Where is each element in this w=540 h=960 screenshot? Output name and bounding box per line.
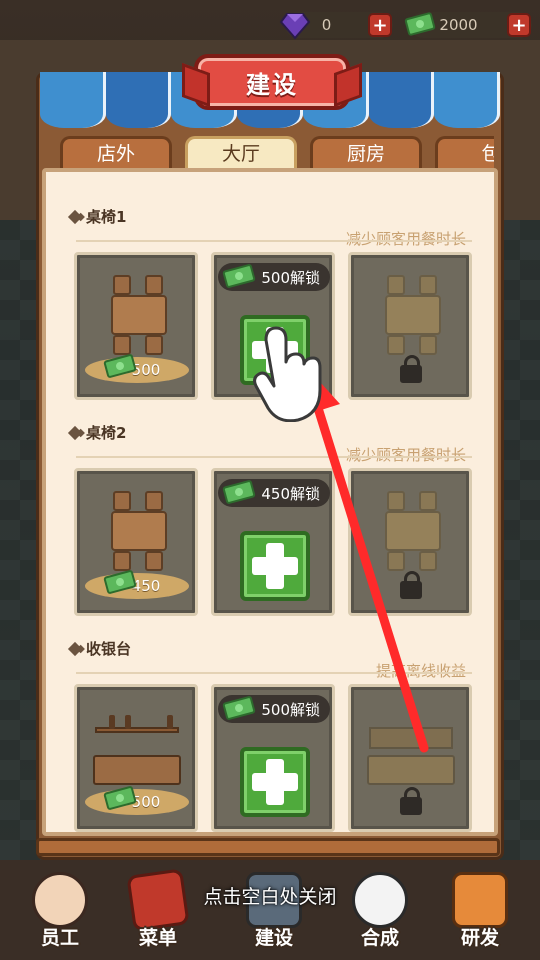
add-gems-button[interactable]: + <box>368 13 392 37</box>
lock-icon <box>400 787 422 815</box>
tab-outside[interactable]: 店外 <box>60 136 172 170</box>
nav-label: 合成 <box>360 927 399 949</box>
furniture-slot-locked[interactable] <box>348 252 472 400</box>
section-title: 桌椅1 <box>67 206 127 227</box>
section-title: 桌椅2 <box>67 422 127 443</box>
lock-icon <box>400 355 422 383</box>
section-title: 收银台 <box>67 638 132 659</box>
tab-kitchen[interactable]: 厨房 <box>310 136 422 170</box>
unlock-cost-badge: 500解锁 <box>218 695 330 723</box>
panel-title: 建设 <box>246 70 298 99</box>
unlock-cost-text: 450解锁 <box>261 484 320 503</box>
nav-label: 员工 <box>40 927 79 949</box>
unlock-cost-text: 500解锁 <box>261 700 320 719</box>
section-description: 减少顾客用餐时长 <box>345 446 466 464</box>
nav-label: 建设 <box>254 927 293 949</box>
furniture-slot-owned[interactable]: 450 <box>74 468 198 616</box>
add-cash-button[interactable]: + <box>507 13 531 37</box>
table-chairs-preview-icon <box>381 489 445 573</box>
build-list[interactable]: 桌椅1 减少顾客用餐时长 500 500解锁 桌椅2 减少顾客用餐时长 450 … <box>42 168 498 836</box>
price-tag: 500 <box>85 785 189 815</box>
furniture-slot-unlock[interactable]: 450解锁 <box>211 468 335 616</box>
section-title-text: 桌椅1 <box>86 208 127 226</box>
table-chairs-icon <box>107 489 171 573</box>
close-hint: 点击空白处关闭 <box>203 886 337 908</box>
cash-icon <box>222 695 256 721</box>
bottom-navigation: 员工 菜单 建设 合成 研发 <box>0 860 540 960</box>
furniture-slot-locked[interactable] <box>348 468 472 616</box>
nav-label: 研发 <box>460 927 499 949</box>
cash-icon <box>404 12 436 36</box>
cash-icon <box>222 479 256 505</box>
tab-hall[interactable]: 大厅 <box>185 136 297 168</box>
nav-label: 菜单 <box>138 927 177 949</box>
divider <box>76 240 472 242</box>
section-title-text: 桌椅2 <box>86 424 127 442</box>
gem-icon <box>279 13 311 40</box>
unlock-cost-badge: 450解锁 <box>218 479 330 507</box>
cashier-counter-preview-icon <box>361 727 459 785</box>
counter-slot-owned[interactable]: 500 <box>74 684 198 832</box>
divider <box>76 672 472 674</box>
counter-slot-locked[interactable] <box>348 684 472 832</box>
panel-bottom-edge <box>36 838 500 856</box>
pointing-hand-icon <box>253 326 322 422</box>
furniture-slot-owned[interactable]: 500 <box>74 252 198 400</box>
table-chairs-icon <box>107 273 171 357</box>
diamond-icon <box>67 209 83 224</box>
divider <box>76 456 472 458</box>
table-chairs-preview-icon <box>381 273 445 357</box>
unlock-cost-badge: 500解锁 <box>218 263 330 291</box>
diamond-icon <box>67 425 83 440</box>
cash-icon <box>222 263 256 289</box>
panel-title-banner: 建设 <box>194 54 350 110</box>
section-description: 提高离线收益 <box>375 662 466 680</box>
unlock-plus-button[interactable] <box>240 747 310 817</box>
category-tabs: 店外 大厅 厨房 包 <box>48 136 494 170</box>
tab-private-room[interactable]: 包 <box>435 136 494 170</box>
unlock-plus-button[interactable] <box>240 531 310 601</box>
section-title-text: 收银台 <box>86 640 132 658</box>
cashier-counter-icon <box>87 715 185 785</box>
unlock-cost-text: 500解锁 <box>261 268 320 287</box>
price-tag: 500 <box>85 353 189 383</box>
counter-slot-unlock[interactable]: 500解锁 <box>211 684 335 832</box>
lock-icon <box>400 571 422 599</box>
section-description: 减少顾客用餐时长 <box>345 230 466 248</box>
diamond-icon <box>67 641 83 656</box>
gem-counter: 0 + <box>279 12 393 40</box>
cash-counter: 2000 + <box>404 12 532 38</box>
price-tag: 450 <box>85 569 189 599</box>
